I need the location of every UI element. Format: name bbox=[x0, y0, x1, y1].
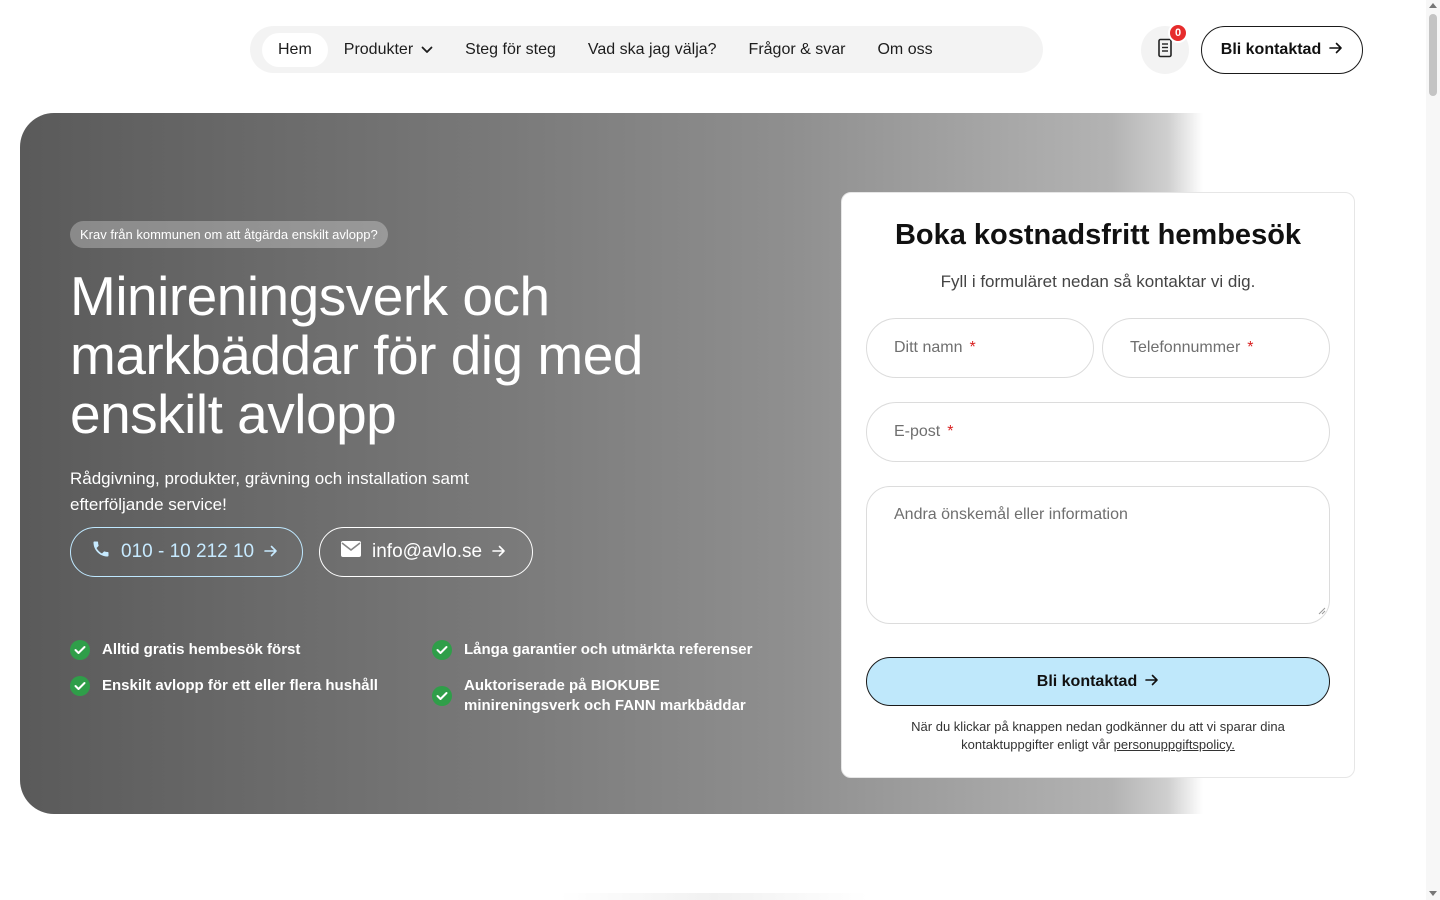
submit-button[interactable]: Bli kontaktad bbox=[866, 657, 1330, 706]
required-mark: * bbox=[1247, 339, 1254, 356]
check-circle-icon bbox=[432, 686, 452, 706]
arrow-right-icon bbox=[264, 541, 278, 563]
hero-contact-buttons: 010 - 10 212 10 info@avlo.se bbox=[70, 527, 533, 577]
nav-item-label: Vad ska jag välja? bbox=[587, 40, 717, 58]
feature-item: Auktoriserade på BIOKUBE minireningsverk… bbox=[432, 676, 752, 716]
nav-item-label: Produkter bbox=[343, 40, 414, 58]
chevron-down-icon bbox=[421, 46, 433, 54]
nav-item-produkter[interactable]: Produkter bbox=[328, 33, 449, 67]
name-field[interactable]: Ditt namn * bbox=[866, 318, 1094, 378]
required-mark: * bbox=[947, 423, 954, 440]
contact-me-label: Bli kontaktad bbox=[1220, 41, 1322, 58]
nav-item-label: Frågor & svar bbox=[748, 40, 846, 58]
contact-me-button[interactable]: Bli kontaktad bbox=[1201, 26, 1363, 74]
nav-item-label: Om oss bbox=[877, 40, 933, 58]
check-circle-icon bbox=[432, 640, 452, 660]
nav-item-fragor-svar[interactable]: Frågor & svar bbox=[733, 33, 862, 67]
feature-item: Alltid gratis hembesök först bbox=[70, 640, 300, 660]
scroll-thumb[interactable] bbox=[1429, 14, 1437, 96]
hero-subtitle: Rådgivning, produkter, grävning och inst… bbox=[70, 469, 469, 514]
nav-item-hem[interactable]: Hem bbox=[262, 32, 328, 67]
phone-icon bbox=[91, 539, 111, 565]
email-field[interactable]: E-post * bbox=[866, 402, 1330, 462]
privacy-policy-link[interactable]: personuppgiftspolicy. bbox=[1114, 737, 1235, 752]
consent-text: När du klickar på knappen nedan godkänne… bbox=[882, 718, 1314, 754]
arrow-right-icon bbox=[1145, 673, 1159, 691]
message-placeholder: Andra önskemål eller information bbox=[894, 506, 1128, 523]
email-button[interactable]: info@avlo.se bbox=[319, 527, 533, 577]
resize-grip-icon[interactable] bbox=[1316, 602, 1326, 620]
name-placeholder: Ditt namn bbox=[894, 339, 963, 356]
nav-item-vad-ska-jag-valja[interactable]: Vad ska jag välja? bbox=[572, 33, 733, 67]
scroll-up-arrow-icon[interactable] bbox=[1429, 3, 1437, 8]
check-circle-icon bbox=[70, 640, 90, 660]
phone-field[interactable]: Telefonnummer * bbox=[1102, 318, 1330, 378]
quote-cart-button[interactable]: 0 bbox=[1141, 23, 1189, 74]
feature-text: Auktoriserade på BIOKUBE minireningsverk… bbox=[464, 677, 746, 714]
phone-placeholder: Telefonnummer bbox=[1130, 339, 1241, 356]
form-subtitle: Fyll i formuläret nedan så kontaktar vi … bbox=[940, 272, 1256, 291]
feature-text: Långa garantier och utmärkta referenser bbox=[464, 641, 753, 658]
phone-number: 010 - 10 212 10 bbox=[121, 541, 255, 562]
main-nav: Hem Produkter Steg för steg Vad ska jag … bbox=[250, 26, 1043, 73]
hero-title: Minireningsverk och markbäddar för dig m… bbox=[70, 265, 643, 445]
nav-item-label: Hem bbox=[278, 40, 312, 58]
next-section-peek bbox=[560, 893, 868, 900]
feature-item: Långa garantier och utmärkta referenser bbox=[432, 640, 752, 660]
page-scrollbar[interactable] bbox=[1426, 0, 1440, 900]
phone-button[interactable]: 010 - 10 212 10 bbox=[70, 527, 303, 577]
required-mark: * bbox=[969, 339, 976, 356]
arrow-right-icon bbox=[492, 541, 506, 563]
message-textarea[interactable]: Andra önskemål eller information bbox=[866, 486, 1330, 624]
envelope-icon bbox=[340, 540, 362, 564]
check-circle-icon bbox=[70, 676, 90, 696]
hero-content: Krav från kommunen om att åtgärda enskil… bbox=[70, 221, 790, 518]
nav-item-label: Steg för steg bbox=[465, 40, 556, 58]
nav-item-om-oss[interactable]: Om oss bbox=[861, 33, 948, 67]
feature-text: Alltid gratis hembesök först bbox=[102, 641, 301, 658]
form-title: Boka kostnadsfritt hembesök bbox=[894, 219, 1302, 251]
feature-text: Enskilt avlopp för ett eller flera hushå… bbox=[102, 677, 378, 694]
document-list-icon bbox=[1156, 38, 1174, 63]
cart-count-badge: 0 bbox=[1168, 23, 1188, 43]
arrow-right-icon bbox=[1329, 41, 1343, 59]
booking-form: Boka kostnadsfritt hembesök Fyll i formu… bbox=[841, 192, 1355, 778]
feature-item: Enskilt avlopp för ett eller flera hushå… bbox=[70, 676, 378, 696]
email-address: info@avlo.se bbox=[372, 541, 483, 562]
hero-badge: Krav från kommunen om att åtgärda enskil… bbox=[70, 221, 388, 248]
nav-item-steg-for-steg[interactable]: Steg för steg bbox=[449, 33, 572, 67]
scroll-down-arrow-icon[interactable] bbox=[1429, 891, 1437, 896]
email-placeholder: E-post bbox=[894, 423, 941, 440]
submit-label: Bli kontaktad bbox=[1036, 672, 1138, 690]
